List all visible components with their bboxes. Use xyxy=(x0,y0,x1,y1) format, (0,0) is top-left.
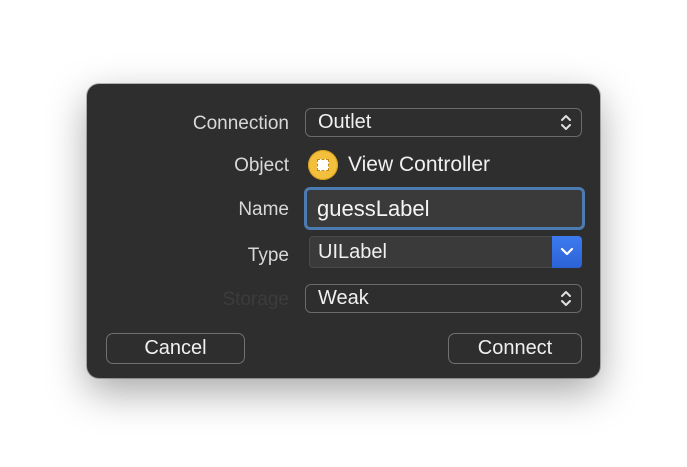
object-value-row: View Controller xyxy=(308,150,490,180)
up-down-arrows-icon xyxy=(561,115,571,130)
storage-popup[interactable]: Weak xyxy=(305,284,582,313)
object-label: Object xyxy=(234,155,289,176)
type-value: UILabel xyxy=(318,241,387,263)
cancel-button[interactable]: Cancel xyxy=(106,333,245,364)
storage-label: Storage xyxy=(222,289,289,310)
view-controller-icon xyxy=(308,150,338,180)
up-down-arrows-icon xyxy=(561,291,571,306)
connection-popup[interactable]: Outlet xyxy=(305,108,582,137)
name-field[interactable] xyxy=(304,187,585,230)
connection-value: Outlet xyxy=(318,111,372,133)
connection-label: Connection xyxy=(192,113,289,134)
connect-button[interactable]: Connect xyxy=(448,333,582,364)
type-dropdown-button[interactable] xyxy=(552,236,582,268)
name-label: Name xyxy=(238,199,289,220)
object-value: View Controller xyxy=(348,153,491,176)
chevron-down-icon xyxy=(560,247,574,256)
outlet-connection-dialog: Connection Outlet Object View Controller… xyxy=(87,84,600,378)
type-combo-box[interactable]: UILabel xyxy=(309,236,582,268)
storage-value: Weak xyxy=(318,287,369,309)
type-label: Type xyxy=(247,245,289,266)
